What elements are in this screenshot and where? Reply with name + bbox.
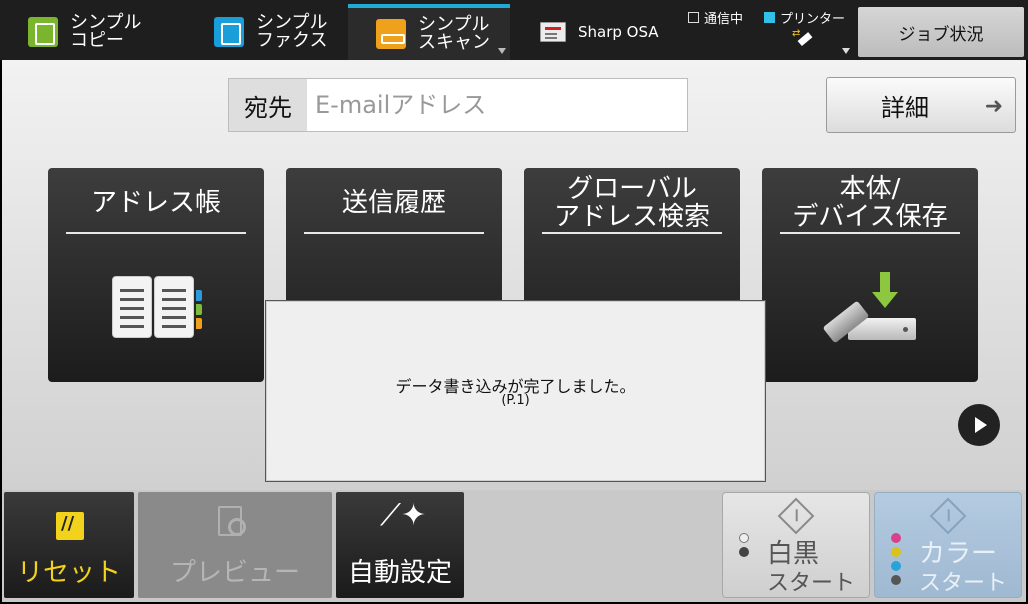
tab-label: シンプル コピー [70, 12, 142, 51]
reset-icon [56, 512, 84, 540]
main-area: 宛先 詳細 ➜ アドレス帳 送信履歴 グローバル アドレス検索 本体/ デバイス… [2, 60, 1026, 490]
tab-label: シンプル ファクス [256, 12, 328, 51]
tile-title: 送信履歴 [304, 174, 484, 234]
magic-wand-icon: ⟋✦ [380, 498, 427, 533]
tab-label: Sharp OSA [578, 23, 659, 41]
color-start-line2: スタート [919, 571, 1008, 596]
fax-icon [214, 17, 244, 47]
start-diamond-icon [929, 497, 967, 535]
color-start-button[interactable]: カラー スタート [874, 492, 1022, 598]
next-page-button[interactable] [958, 404, 1000, 446]
destination-field[interactable]: 宛先 [228, 78, 688, 132]
checkbox-icon [688, 12, 699, 23]
address-book-icon [112, 276, 202, 340]
communicating-label: 通信中 [704, 12, 744, 27]
arrow-right-icon: ➜ [984, 94, 1003, 119]
completion-dialog: データ書き込みが完了しました。 (P.1) [265, 300, 766, 482]
auto-setting-label: 自動設定 [347, 558, 452, 588]
tab-simple-fax[interactable]: シンプル ファクス [186, 4, 346, 60]
preview-label: プレビュー [169, 558, 300, 588]
mono-start-line2: スタート [767, 571, 856, 596]
job-status-button[interactable]: ジョブ状況 [858, 7, 1024, 57]
scan-icon [376, 19, 406, 49]
checkbox-icon [764, 12, 775, 23]
dropdown-triangle-icon [842, 48, 850, 54]
printer-indicator: プリンター [764, 8, 845, 27]
reset-button[interactable]: リセット [4, 492, 134, 598]
bottom-bar: リセット プレビュー ⟋✦ 自動設定 白黒 スタート カラー スタート [2, 490, 1026, 602]
osa-icon [540, 22, 566, 42]
printer-label: プリンター [780, 12, 846, 27]
tab-simple-scan[interactable]: シンプル スキャン [348, 4, 510, 60]
tile-save-to-device[interactable]: 本体/ デバイス保存 [762, 168, 978, 382]
start-diamond-icon [777, 497, 815, 535]
status-area[interactable]: 通信中 プリンター ⇄ ▬ [684, 4, 856, 60]
dialog-page-number: (P.1) [501, 393, 530, 408]
save-to-device-icon [822, 272, 920, 344]
top-bar: シンプル コピー シンプル ファクス シンプル スキャン Sharp OSA 通… [0, 0, 1028, 60]
copy-icon [28, 17, 58, 47]
dropdown-triangle-icon [498, 48, 506, 54]
auto-setting-button[interactable]: ⟋✦ 自動設定 [336, 492, 464, 598]
color-dots-icon [891, 533, 901, 589]
email-address-input[interactable] [307, 79, 687, 131]
reset-label: リセット [16, 558, 121, 588]
tile-title: グローバル アドレス検索 [542, 174, 722, 234]
tile-title: アドレス帳 [66, 174, 246, 234]
tab-label: シンプル スキャン [418, 14, 490, 53]
communicating-indicator: 通信中 [688, 8, 743, 27]
preview-button[interactable]: プレビュー [138, 492, 332, 598]
detail-label: 詳細 [881, 93, 929, 122]
detail-button[interactable]: 詳細 ➜ [826, 77, 1016, 133]
tile-title: 本体/ デバイス保存 [780, 174, 960, 234]
preview-icon [218, 506, 246, 536]
tile-address-book[interactable]: アドレス帳 [48, 168, 264, 382]
mono-start-button[interactable]: 白黒 スタート [722, 492, 870, 598]
destination-label: 宛先 [229, 79, 307, 131]
tab-sharp-osa[interactable]: Sharp OSA [512, 4, 682, 60]
mono-dots-icon [739, 533, 749, 561]
tab-simple-copy[interactable]: シンプル コピー [0, 4, 184, 60]
